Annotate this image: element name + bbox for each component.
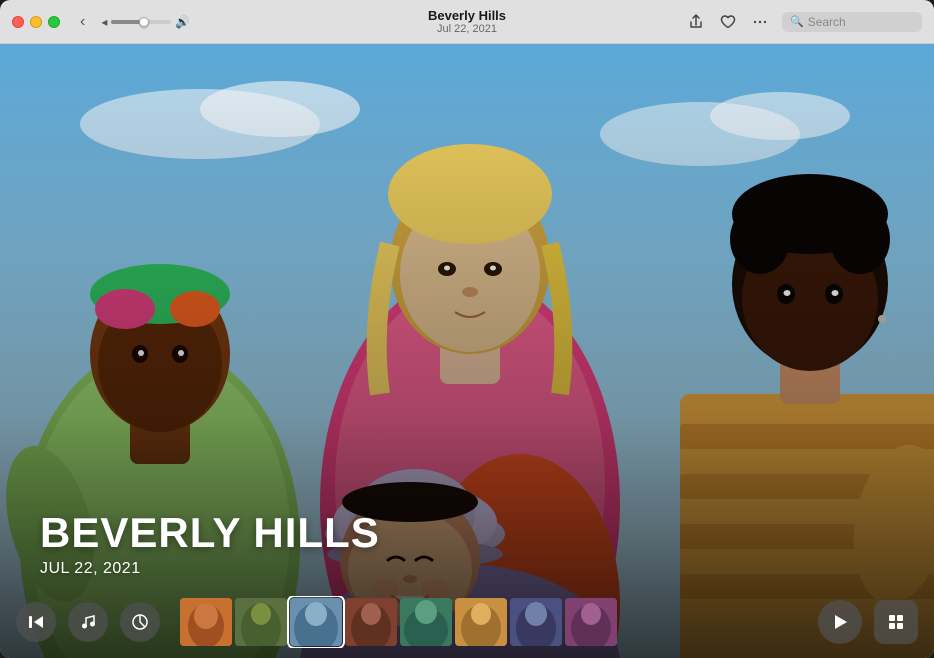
window-title: Beverly Hills xyxy=(428,8,506,24)
thumbnail-item[interactable] xyxy=(345,598,397,646)
play-button[interactable] xyxy=(818,600,862,644)
app-window: ‹ ◂ 🔊 Beverly Hills Jul 22, 2021 xyxy=(0,0,934,658)
close-button[interactable] xyxy=(12,16,24,28)
hero-title: BEVERLY HILLS xyxy=(40,510,380,556)
back-button[interactable]: ‹ xyxy=(76,11,89,33)
window-subtitle: Jul 22, 2021 xyxy=(437,23,497,35)
thumbnail-item[interactable] xyxy=(400,598,452,646)
controls-bar xyxy=(0,586,934,658)
minimize-button[interactable] xyxy=(30,16,42,28)
thumbnail-item[interactable] xyxy=(235,598,287,646)
skip-back-button[interactable] xyxy=(16,602,56,642)
volume-slider[interactable] xyxy=(111,20,171,24)
thumbnail-item[interactable] xyxy=(180,598,232,646)
thumbnail-item[interactable] xyxy=(510,598,562,646)
thumbnail-item-active[interactable] xyxy=(290,598,342,646)
main-content: BEVERLY HILLS JUL 22, 2021 xyxy=(0,44,934,658)
hero-text-overlay: BEVERLY HILLS JUL 22, 2021 xyxy=(40,510,380,578)
grid-view-button[interactable] xyxy=(874,600,918,644)
thumbnail-item[interactable] xyxy=(455,598,507,646)
music-button[interactable] xyxy=(68,602,108,642)
titlebar-right: 🔍 xyxy=(686,12,922,32)
search-bar[interactable]: 🔍 xyxy=(782,12,922,32)
hero-date: JUL 22, 2021 xyxy=(40,560,380,578)
volume-control: ◂ 🔊 xyxy=(101,15,190,29)
volume-max-icon: 🔊 xyxy=(175,15,190,29)
traffic-lights xyxy=(12,16,60,28)
volume-icon: ◂ xyxy=(101,15,107,29)
search-icon: 🔍 xyxy=(790,15,804,28)
thumbnail-strip xyxy=(180,596,798,648)
search-input[interactable] xyxy=(808,15,914,29)
filter-button[interactable] xyxy=(120,602,160,642)
maximize-button[interactable] xyxy=(48,16,60,28)
thumbnail-item[interactable] xyxy=(565,598,617,646)
share-button[interactable] xyxy=(686,12,706,32)
more-button[interactable] xyxy=(750,12,770,32)
titlebar-center: Beverly Hills Jul 22, 2021 xyxy=(428,8,506,36)
titlebar: ‹ ◂ 🔊 Beverly Hills Jul 22, 2021 xyxy=(0,0,934,44)
heart-button[interactable] xyxy=(718,12,738,32)
